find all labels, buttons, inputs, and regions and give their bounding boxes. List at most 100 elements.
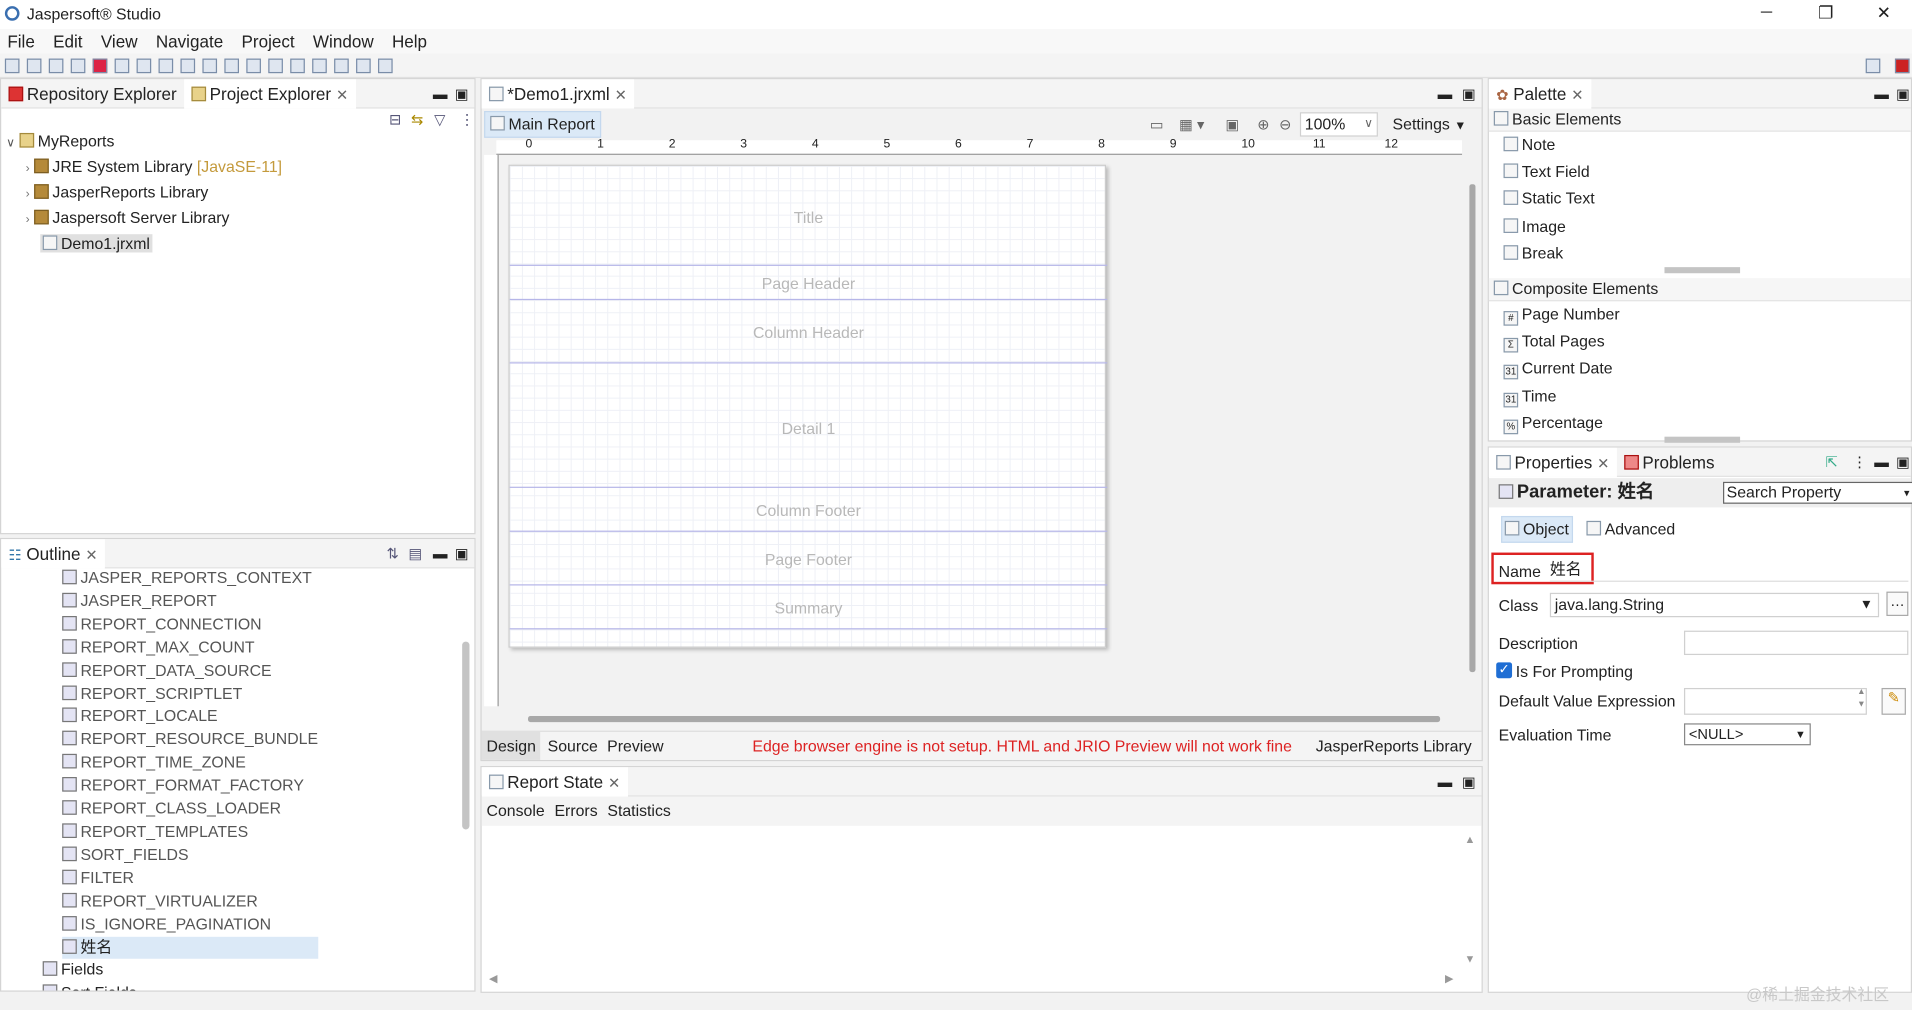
outline-parameter[interactable]: REPORT_SCRIPTLET bbox=[62, 683, 318, 706]
editor-hscrollbar[interactable] bbox=[528, 716, 1441, 723]
tools-icon[interactable] bbox=[224, 58, 240, 74]
close-tab-icon[interactable]: ✕ bbox=[1597, 455, 1609, 472]
class-combo[interactable]: java.lang.String ▼ bbox=[1549, 592, 1880, 618]
expression-editor-button[interactable]: ✎ bbox=[1881, 687, 1906, 715]
grid-icon[interactable]: ▦ ▾ bbox=[1179, 116, 1204, 133]
palette-item[interactable]: Static Text bbox=[1489, 186, 1911, 213]
minimize-panel-icon[interactable]: ▬ bbox=[433, 79, 448, 108]
main-report-tab[interactable]: Main Report bbox=[484, 111, 601, 138]
close-tab-icon[interactable]: ✕ bbox=[336, 87, 348, 104]
outline-parameter[interactable]: REPORT_RESOURCE_BUNDLE bbox=[62, 729, 318, 752]
outline-parameter[interactable]: IS_IGNORE_PAGINATION bbox=[62, 913, 318, 936]
tab-outline[interactable]: ☷ Outline ✕ bbox=[1, 539, 105, 569]
outline-parameter[interactable]: REPORT_LOCALE bbox=[62, 706, 318, 729]
menu-window[interactable]: Window bbox=[313, 29, 374, 53]
band-summary[interactable]: Summary bbox=[509, 586, 1108, 630]
name-input[interactable]: 姓名 bbox=[1549, 557, 1909, 582]
tree-root[interactable]: ∨ MyReports bbox=[6, 131, 282, 157]
outline-parameter[interactable]: REPORT_CONNECTION bbox=[62, 613, 318, 636]
close-button[interactable]: ✕ bbox=[1877, 2, 1891, 23]
tree-item[interactable]: › JasperReports Library bbox=[6, 182, 282, 208]
outline-parameter[interactable]: FILTER bbox=[62, 867, 318, 890]
tree-item-selected[interactable]: Demo1.jrxml bbox=[6, 233, 282, 256]
tab-problems[interactable]: Problems bbox=[1617, 448, 1722, 477]
outline-parameter[interactable]: REPORT_FORMAT_FACTORY bbox=[62, 775, 318, 798]
scroll-right-icon[interactable]: ▶ bbox=[1445, 972, 1453, 985]
palette-item[interactable]: Break bbox=[1489, 240, 1911, 267]
basic-scrollbar[interactable] bbox=[1664, 267, 1741, 274]
band-page-header[interactable]: Page Header bbox=[509, 266, 1108, 301]
minimize-panel-icon[interactable]: ▬ bbox=[1874, 79, 1889, 108]
prev-annotation-icon[interactable] bbox=[268, 58, 283, 74]
tree-item[interactable]: › JRE System Library [JavaSE-11] bbox=[6, 156, 282, 182]
composite-scrollbar[interactable] bbox=[1664, 436, 1741, 443]
search-property-input[interactable]: Search Property ▾ bbox=[1723, 481, 1912, 504]
next-annotation-icon[interactable] bbox=[246, 58, 261, 74]
tab-project-explorer[interactable]: Project Explorer ✕ bbox=[184, 79, 356, 109]
maximize-panel-icon[interactable]: ▣ bbox=[1896, 448, 1910, 477]
zoom-out-icon[interactable]: ⊖ bbox=[1279, 116, 1291, 133]
view-menu-icon[interactable]: ⋮ bbox=[460, 111, 475, 128]
collapse-all-icon[interactable]: ⊟ bbox=[389, 111, 401, 128]
minimize-panel-icon[interactable]: ▬ bbox=[433, 539, 448, 568]
composite-elements-header[interactable]: Composite Elements bbox=[1488, 278, 1911, 302]
tab-statistics[interactable]: Statistics bbox=[607, 801, 670, 819]
maximize-panel-icon[interactable]: ▣ bbox=[1462, 79, 1476, 108]
outline-parameter[interactable]: REPORT_TIME_ZONE bbox=[62, 752, 318, 775]
view-menu-icon[interactable]: ⋮ bbox=[1852, 448, 1867, 477]
debug-icon[interactable] bbox=[92, 58, 108, 74]
new-icon[interactable] bbox=[4, 58, 20, 74]
export-icon[interactable] bbox=[114, 58, 130, 74]
minimize-button[interactable]: ─ bbox=[1761, 2, 1772, 20]
description-input[interactable] bbox=[1683, 630, 1909, 656]
menu-edit[interactable]: Edit bbox=[53, 29, 82, 53]
palette-item[interactable]: Text Field bbox=[1489, 159, 1911, 186]
close-tab-icon[interactable]: ✕ bbox=[1571, 87, 1583, 104]
menu-project[interactable]: Project bbox=[241, 29, 294, 53]
band-column-header[interactable]: Column Header bbox=[509, 300, 1108, 364]
perspective-icon[interactable] bbox=[1865, 58, 1881, 74]
menu-help[interactable]: Help bbox=[392, 29, 427, 53]
compile-icon[interactable] bbox=[70, 58, 86, 74]
outline-parameter[interactable]: REPORT_MAX_COUNT bbox=[62, 636, 318, 659]
menu-view[interactable]: View bbox=[101, 29, 138, 53]
tree-item[interactable]: › Jaspersoft Server Library bbox=[6, 207, 282, 233]
menu-file[interactable]: File bbox=[7, 29, 35, 53]
close-tab-icon[interactable]: ✕ bbox=[615, 87, 627, 104]
maximize-panel-icon[interactable]: ▣ bbox=[455, 79, 469, 108]
close-tab-icon[interactable]: ✕ bbox=[85, 546, 97, 563]
outline-parameter[interactable]: JASPER_REPORTS_CONTEXT bbox=[62, 567, 318, 590]
forward-icon[interactable] bbox=[334, 58, 349, 74]
tab-console[interactable]: Console bbox=[487, 801, 545, 819]
datasource-icon[interactable] bbox=[180, 58, 196, 74]
palette-item[interactable]: 31 Time bbox=[1489, 383, 1911, 410]
tab-palette[interactable]: ✿ Palette ✕ bbox=[1488, 79, 1591, 109]
palette-item[interactable]: Note bbox=[1489, 132, 1911, 159]
layout-icon[interactable]: ▭ bbox=[1150, 116, 1164, 133]
minimize-panel-icon[interactable]: ▬ bbox=[1438, 79, 1453, 108]
default-value-input[interactable] bbox=[1683, 687, 1867, 715]
prompting-checkbox[interactable]: ✓ bbox=[1496, 662, 1513, 679]
palette-item[interactable]: Image bbox=[1489, 213, 1911, 240]
class-browse-button[interactable]: … bbox=[1886, 591, 1909, 616]
outline-parameter[interactable]: SORT_FIELDS bbox=[62, 844, 318, 867]
outline-scrollbar[interactable] bbox=[462, 641, 470, 830]
evaluation-time-select[interactable]: <NULL> ▼ bbox=[1683, 723, 1811, 746]
band-detail[interactable]: Detail 1 bbox=[509, 364, 1108, 488]
save-icon[interactable] bbox=[26, 58, 42, 74]
last-edit-icon[interactable] bbox=[290, 58, 305, 74]
tab-preview[interactable]: Preview bbox=[605, 732, 666, 760]
restore-button[interactable]: ❐ bbox=[1818, 2, 1833, 23]
outline-group-sort-fields[interactable]: Sort Fields bbox=[42, 982, 137, 991]
outline-parameter[interactable]: REPORT_VIRTUALIZER bbox=[62, 890, 318, 913]
tab-properties[interactable]: Properties ✕ bbox=[1488, 447, 1617, 477]
close-tab-icon[interactable]: ✕ bbox=[608, 775, 620, 792]
link-editor-icon[interactable]: ⇆ bbox=[411, 111, 423, 128]
spinner-icon[interactable]: ▲ ▼ bbox=[1857, 687, 1865, 711]
publish-icon[interactable] bbox=[136, 58, 152, 74]
tab-repository-explorer[interactable]: Repository Explorer bbox=[1, 79, 184, 108]
search-icon[interactable] bbox=[202, 58, 218, 74]
palette-item[interactable]: % Percentage bbox=[1489, 410, 1911, 437]
band-page-footer[interactable]: Page Footer bbox=[509, 532, 1108, 586]
open-perspective-icon[interactable] bbox=[356, 58, 371, 74]
